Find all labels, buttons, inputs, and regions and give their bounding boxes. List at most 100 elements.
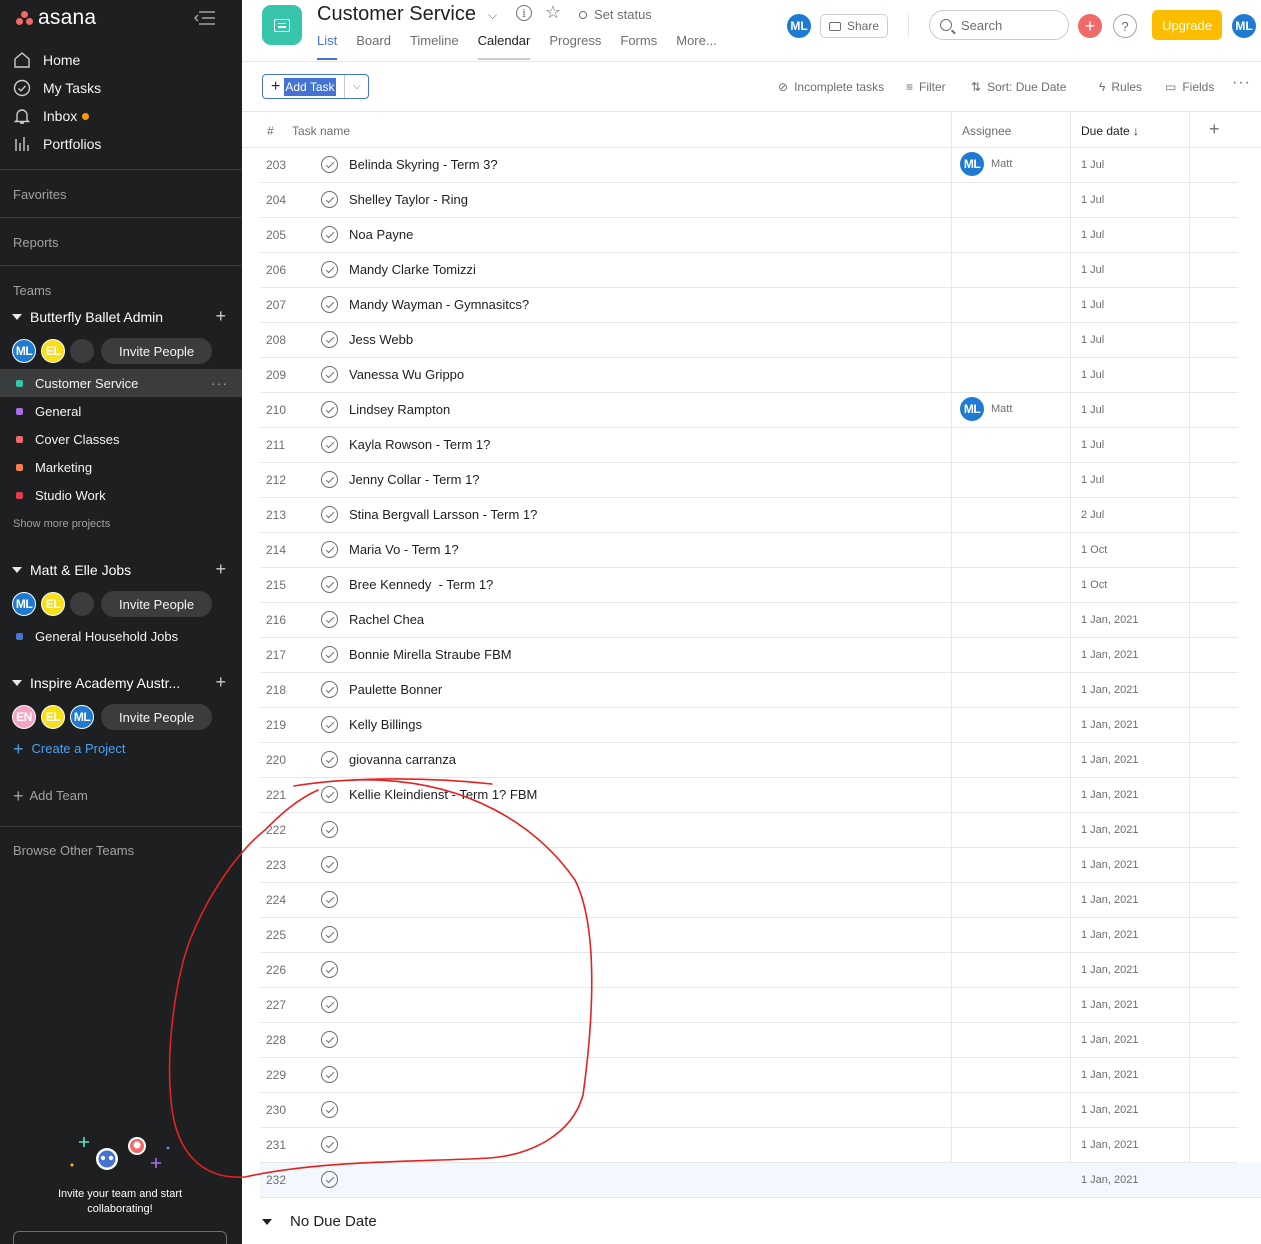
complete-task-checkbox-icon[interactable] — [321, 856, 338, 873]
caret-down-icon[interactable] — [262, 1218, 272, 1225]
complete-task-checkbox-icon[interactable] — [321, 471, 338, 488]
due-date[interactable]: 1 Jan, 2021 — [1081, 719, 1139, 731]
table-row[interactable]: 207 Mandy Wayman - Gymnasitcs? 1 Jul — [260, 288, 1238, 323]
due-date[interactable]: 1 Jan, 2021 — [1081, 1174, 1139, 1186]
table-row[interactable]: 203 Belinda Skyring - Term 3? ML Matt 1 Jul — [260, 148, 1238, 183]
chevron-down-icon[interactable]: ⌵ — [488, 8, 497, 23]
rules-button[interactable]: ϟ Rules — [1099, 80, 1142, 94]
tab-calendar[interactable]: Calendar — [477, 33, 530, 60]
add-project-icon[interactable]: + — [215, 672, 226, 692]
due-date[interactable]: 1 Jan, 2021 — [1081, 929, 1139, 941]
table-row[interactable]: 222 1 Jan, 2021 — [260, 813, 1238, 848]
due-date[interactable]: 1 Jan, 2021 — [1081, 1069, 1139, 1081]
collapse-sidebar-icon[interactable] — [192, 9, 218, 27]
team-butterfly-ballet-admin[interactable]: Butterfly Ballet Admin + — [12, 306, 232, 328]
due-date[interactable]: 1 Jan, 2021 — [1081, 859, 1139, 871]
complete-task-checkbox-icon[interactable] — [321, 191, 338, 208]
nav-home[interactable]: Home — [12, 48, 80, 72]
complete-task-checkbox-icon[interactable] — [321, 961, 338, 978]
due-date[interactable]: 1 Jan, 2021 — [1081, 1139, 1139, 1151]
table-row[interactable]: 209 Vanessa Wu Grippo 1 Jul — [260, 358, 1238, 393]
complete-task-checkbox-icon[interactable] — [321, 226, 338, 243]
task-name[interactable]: Bonnie Mirella Straube FBM — [349, 647, 512, 662]
task-name[interactable]: Stina Bergvall Larsson - Term 1? — [349, 507, 537, 522]
project-general-household-jobs[interactable]: General Household Jobs — [0, 622, 242, 650]
task-name[interactable]: giovanna carranza — [349, 752, 456, 767]
caret-down-icon[interactable] — [12, 314, 22, 320]
add-task-main[interactable]: + Add Task — [263, 75, 344, 98]
table-row[interactable]: 221 Kellie Kleindienst - Term 1? FBM 1 Jan… — [260, 778, 1238, 813]
due-date[interactable]: 1 Jul — [1081, 299, 1104, 311]
browse-other-teams-link[interactable]: Browse Other Teams — [13, 843, 134, 858]
complete-task-checkbox-icon[interactable] — [321, 1136, 338, 1153]
incomplete-tasks-filter[interactable]: ⊘ Incomplete tasks — [778, 80, 884, 94]
due-date[interactable]: 1 Jan, 2021 — [1081, 1104, 1139, 1116]
complete-task-checkbox-icon[interactable] — [321, 751, 338, 768]
more-options-icon[interactable]: ··· — [211, 375, 228, 391]
table-row[interactable]: 212 Jenny Collar - Term 1? 1 Jul — [260, 463, 1238, 498]
due-date[interactable]: 1 Jul — [1081, 404, 1104, 416]
table-row[interactable]: 229 1 Jan, 2021 — [260, 1058, 1238, 1093]
complete-task-checkbox-icon[interactable] — [321, 821, 338, 838]
tab-progress[interactable]: Progress — [549, 33, 601, 60]
project-member-avatar[interactable]: ML — [787, 14, 811, 38]
complete-task-checkbox-icon[interactable] — [321, 1066, 338, 1083]
tab-timeline[interactable]: Timeline — [410, 33, 459, 60]
avatar[interactable]: ML — [12, 339, 36, 363]
task-name[interactable]: Mandy Wayman - Gymnasitcs? — [349, 297, 529, 312]
tab-more[interactable]: More... — [676, 33, 716, 60]
complete-task-checkbox-icon[interactable] — [321, 716, 338, 733]
project-studio-work[interactable]: Studio Work — [0, 481, 242, 509]
table-row[interactable]: 215 Bree Kennedy - Term 1? 1 Oct — [260, 568, 1238, 603]
table-row[interactable]: 206 Mandy Clarke Tomizzi 1 Jul — [260, 253, 1238, 288]
due-date[interactable]: 1 Jul — [1081, 334, 1104, 346]
invite-people-button[interactable]: Invite People — [101, 704, 213, 730]
complete-task-checkbox-icon[interactable] — [321, 576, 338, 593]
due-date[interactable]: 1 Oct — [1081, 544, 1107, 556]
invite-people-button[interactable]: Invite People — [101, 338, 213, 364]
user-avatar[interactable]: ML — [1232, 14, 1256, 38]
add-project-icon[interactable]: + — [215, 559, 226, 579]
complete-task-checkbox-icon[interactable] — [321, 611, 338, 628]
complete-task-checkbox-icon[interactable] — [321, 786, 338, 803]
due-date[interactable]: 1 Jan, 2021 — [1081, 789, 1139, 801]
add-team-link[interactable]: + Add Team — [13, 787, 88, 805]
table-row[interactable]: 224 1 Jan, 2021 — [260, 883, 1238, 918]
avatar[interactable]: ML — [70, 705, 94, 729]
table-row[interactable]: 227 1 Jan, 2021 — [260, 988, 1238, 1023]
complete-task-checkbox-icon[interactable] — [321, 646, 338, 663]
tab-board[interactable]: Board — [356, 33, 391, 60]
caret-down-icon[interactable] — [12, 567, 22, 573]
due-date[interactable]: 1 Jul — [1081, 229, 1104, 241]
table-row[interactable]: 217 Bonnie Mirella Straube FBM 1 Jan, 2021 — [260, 638, 1238, 673]
task-name[interactable]: Noa Payne — [349, 227, 413, 242]
due-date[interactable]: 1 Jan, 2021 — [1081, 684, 1139, 696]
nav-portfolios[interactable]: Portfolios — [12, 132, 101, 156]
project-marketing[interactable]: Marketing — [0, 453, 242, 481]
avatar[interactable]: EL — [41, 592, 65, 616]
sort-button[interactable]: ⇅ Sort: Due Date — [971, 80, 1066, 94]
table-row[interactable]: 204 Shelley Taylor - Ring 1 Jul — [260, 183, 1238, 218]
due-date[interactable]: 1 Jul — [1081, 159, 1104, 171]
due-date[interactable]: 1 Jan, 2021 — [1081, 614, 1139, 626]
task-name[interactable]: Rachel Chea — [349, 612, 424, 627]
table-row[interactable]: 228 1 Jan, 2021 — [260, 1023, 1238, 1058]
task-name[interactable]: Bree Kennedy - Term 1? — [349, 577, 493, 592]
due-date[interactable]: 1 Jul — [1081, 194, 1104, 206]
invite-teammates-button[interactable] — [13, 1231, 227, 1244]
search-input[interactable]: Search — [929, 10, 1069, 40]
complete-task-checkbox-icon[interactable] — [321, 506, 338, 523]
due-date[interactable]: 1 Jan, 2021 — [1081, 1034, 1139, 1046]
complete-task-checkbox-icon[interactable] — [321, 261, 338, 278]
task-name[interactable]: Shelley Taylor - Ring — [349, 192, 468, 207]
project-customer-service[interactable]: Customer Service ··· — [0, 369, 242, 397]
avatar[interactable]: ML — [12, 592, 36, 616]
caret-down-icon[interactable] — [12, 680, 22, 686]
set-status-button[interactable]: Set status — [579, 7, 652, 22]
complete-task-checkbox-icon[interactable] — [321, 1031, 338, 1048]
share-button[interactable]: Share — [820, 14, 888, 38]
upgrade-button[interactable]: Upgrade — [1152, 10, 1222, 40]
table-row[interactable]: 219 Kelly Billings 1 Jan, 2021 — [260, 708, 1238, 743]
due-date[interactable]: 1 Jan, 2021 — [1081, 824, 1139, 836]
task-name[interactable]: Lindsey Rampton — [349, 402, 450, 417]
